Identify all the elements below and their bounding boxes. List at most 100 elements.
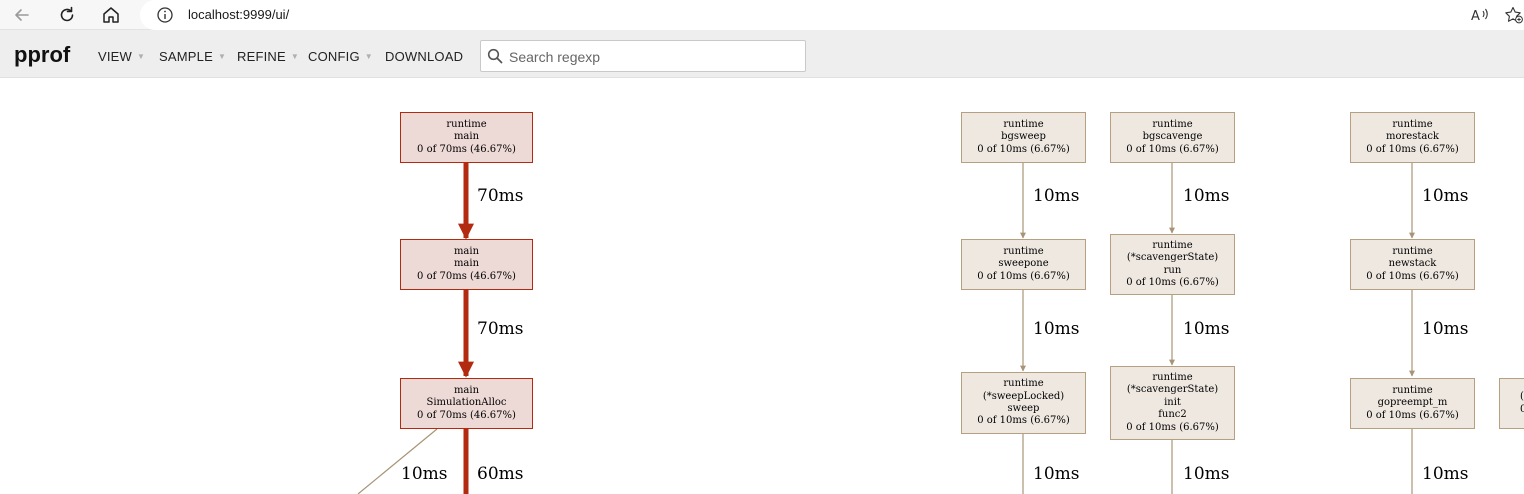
menu-config[interactable]: CONFIG ▼ (308, 49, 373, 64)
edge-simulationalloc-branch[interactable] (357, 428, 438, 494)
node-cost-label: 0 of 10ms (6.67%) (1126, 143, 1219, 155)
refresh-icon (60, 6, 74, 22)
menu-refine-label: REFINE (237, 49, 286, 64)
edge-label: 10ms (1422, 319, 1469, 339)
node-main-simulationalloc[interactable]: main SimulationAlloc 0 of 70ms (46.67%) (400, 378, 533, 429)
edge-label: 10ms (1033, 319, 1080, 339)
node-partial-cost-label: 0 (1520, 404, 1524, 416)
node-cost-label: 0 of 70ms (46.67%) (417, 270, 516, 282)
pprof-logo[interactable]: pprof (14, 42, 70, 68)
node-runtime-bgsweep[interactable]: runtime bgsweep 0 of 10ms (6.67%) (961, 112, 1086, 163)
svg-text:A: A (1471, 9, 1480, 24)
node-cost-label: 0 of 10ms (6.67%) (977, 143, 1070, 155)
node-cost-label: 0 of 70ms (46.67%) (417, 409, 516, 421)
node-cost-label: 0 of 10ms (6.67%) (1126, 276, 1219, 288)
pprof-header: pprof VIEW ▼ SAMPLE ▼ REFINE ▼ CONFIG ▼ DOWN… (0, 30, 1524, 78)
node-function-label: bgscavenge (1142, 131, 1203, 143)
node-receiver-label: (*scavengerState) (1126, 252, 1219, 264)
node-closure-label: func2 (1158, 409, 1187, 421)
search-icon (487, 48, 503, 69)
node-runtime-sweeplocked-sweep[interactable]: runtime (*sweepLocked) sweep 0 of 10ms (… (961, 372, 1086, 434)
home-icon (103, 7, 119, 23)
edge-label: 10ms (1183, 186, 1230, 206)
node-package-label: runtime (1152, 239, 1193, 251)
node-package-label: runtime (1003, 378, 1044, 390)
back-button[interactable] (10, 3, 34, 27)
edge-label: 60ms (477, 464, 524, 484)
node-package-label: runtime (1152, 118, 1193, 130)
menu-download[interactable]: DOWNLOAD (385, 49, 463, 64)
edge-label: 10ms (401, 464, 448, 484)
home-button[interactable] (99, 3, 123, 27)
menu-view[interactable]: VIEW ▼ (98, 49, 145, 64)
node-partial-offscreen[interactable]: ( 0 (1499, 378, 1524, 429)
node-package-label: runtime (1003, 118, 1044, 130)
favorite-star-icon[interactable] (1504, 6, 1524, 29)
graph-edges (357, 163, 1415, 494)
node-runtime-main[interactable]: runtime main 0 of 70ms (46.67%) (400, 112, 533, 163)
node-function-label: morestack (1386, 131, 1439, 143)
menu-sample[interactable]: SAMPLE ▼ (159, 49, 226, 64)
edge-label: 10ms (1033, 464, 1080, 484)
node-package-label: runtime (446, 118, 487, 130)
node-runtime-scavengerstate-init-func2[interactable]: runtime (*scavengerState) init func2 0 o… (1110, 366, 1235, 440)
node-function-label: run (1163, 264, 1182, 276)
refresh-button[interactable] (55, 3, 79, 27)
browser-toolbar: localhost:9999/ui/ A (0, 0, 1524, 30)
node-package-label: main (453, 245, 480, 257)
edge-label: 10ms (1422, 464, 1469, 484)
back-arrow-icon (15, 9, 29, 21)
node-function-label: newstack (1388, 258, 1437, 270)
node-package-label: runtime (1392, 245, 1433, 257)
menu-refine[interactable]: REFINE ▼ (237, 49, 299, 64)
info-icon[interactable] (156, 6, 174, 29)
node-function-label: gopreempt_m (1377, 397, 1448, 409)
node-runtime-sweepone[interactable]: runtime sweepone 0 of 10ms (6.67%) (961, 239, 1086, 290)
search-input[interactable] (509, 47, 799, 67)
node-function-label: init (1164, 396, 1181, 408)
node-function-label: main (453, 258, 480, 270)
node-cost-label: 0 of 10ms (6.67%) (977, 415, 1070, 427)
node-function-label: sweep (1007, 403, 1040, 414)
node-cost-label: 0 of 10ms (6.67%) (1366, 143, 1459, 155)
node-partial-label: ( (1520, 391, 1524, 403)
node-package-label: main (453, 384, 480, 396)
node-cost-label: 0 of 70ms (46.67%) (417, 143, 516, 155)
node-cost-label: 0 of 10ms (6.67%) (977, 270, 1070, 282)
node-cost-label: 0 of 10ms (6.67%) (1126, 421, 1219, 433)
menu-config-label: CONFIG (308, 49, 360, 64)
edge-label: 10ms (1183, 464, 1230, 484)
edge-label: 10ms (1033, 186, 1080, 206)
caret-down-icon: ▼ (137, 52, 146, 61)
search-box[interactable] (480, 40, 806, 72)
node-function-label: sweepone (998, 258, 1049, 270)
read-aloud-icon[interactable]: A (1470, 6, 1490, 29)
menu-sample-label: SAMPLE (159, 49, 213, 64)
node-main-main[interactable]: main main 0 of 70ms (46.67%) (400, 239, 533, 290)
node-package-label: runtime (1392, 118, 1433, 130)
edge-label: 70ms (477, 319, 524, 339)
node-runtime-newstack[interactable]: runtime newstack 0 of 10ms (6.67%) (1350, 239, 1475, 290)
caret-down-icon: ▼ (364, 52, 373, 61)
edge-label: 70ms (477, 186, 524, 206)
call-graph: runtime main 0 of 70ms (46.67%) main mai… (0, 78, 1524, 494)
caret-down-icon: ▼ (217, 52, 227, 61)
address-bar[interactable]: localhost:9999/ui/ A (140, 0, 1524, 30)
node-runtime-morestack[interactable]: runtime morestack 0 of 10ms (6.67%) (1350, 112, 1475, 163)
caret-down-icon: ▼ (290, 52, 299, 61)
node-runtime-bgscavenge[interactable]: runtime bgscavenge 0 of 10ms (6.67%) (1110, 112, 1235, 163)
node-function-label: SimulationAlloc (426, 397, 507, 409)
node-receiver-label: (*scavengerState) (1126, 384, 1219, 396)
node-runtime-scavengerstate-run[interactable]: runtime (*scavengerState) run 0 of 10ms … (1110, 234, 1235, 295)
node-function-label: bgsweep (1001, 131, 1046, 143)
node-function-label: main (453, 131, 480, 143)
node-cost-label: 0 of 10ms (6.67%) (1366, 409, 1459, 421)
node-package-label: runtime (1392, 384, 1433, 396)
node-cost-label: 0 of 10ms (6.67%) (1366, 270, 1459, 282)
node-package-label: runtime (1003, 245, 1044, 257)
edge-label: 10ms (1183, 319, 1230, 339)
url-text[interactable]: localhost:9999/ui/ (188, 7, 289, 22)
node-package-label: runtime (1152, 371, 1193, 383)
node-runtime-gopreempt-m[interactable]: runtime gopreempt_m 0 of 10ms (6.67%) (1350, 378, 1475, 429)
edge-label: 10ms (1422, 186, 1469, 206)
